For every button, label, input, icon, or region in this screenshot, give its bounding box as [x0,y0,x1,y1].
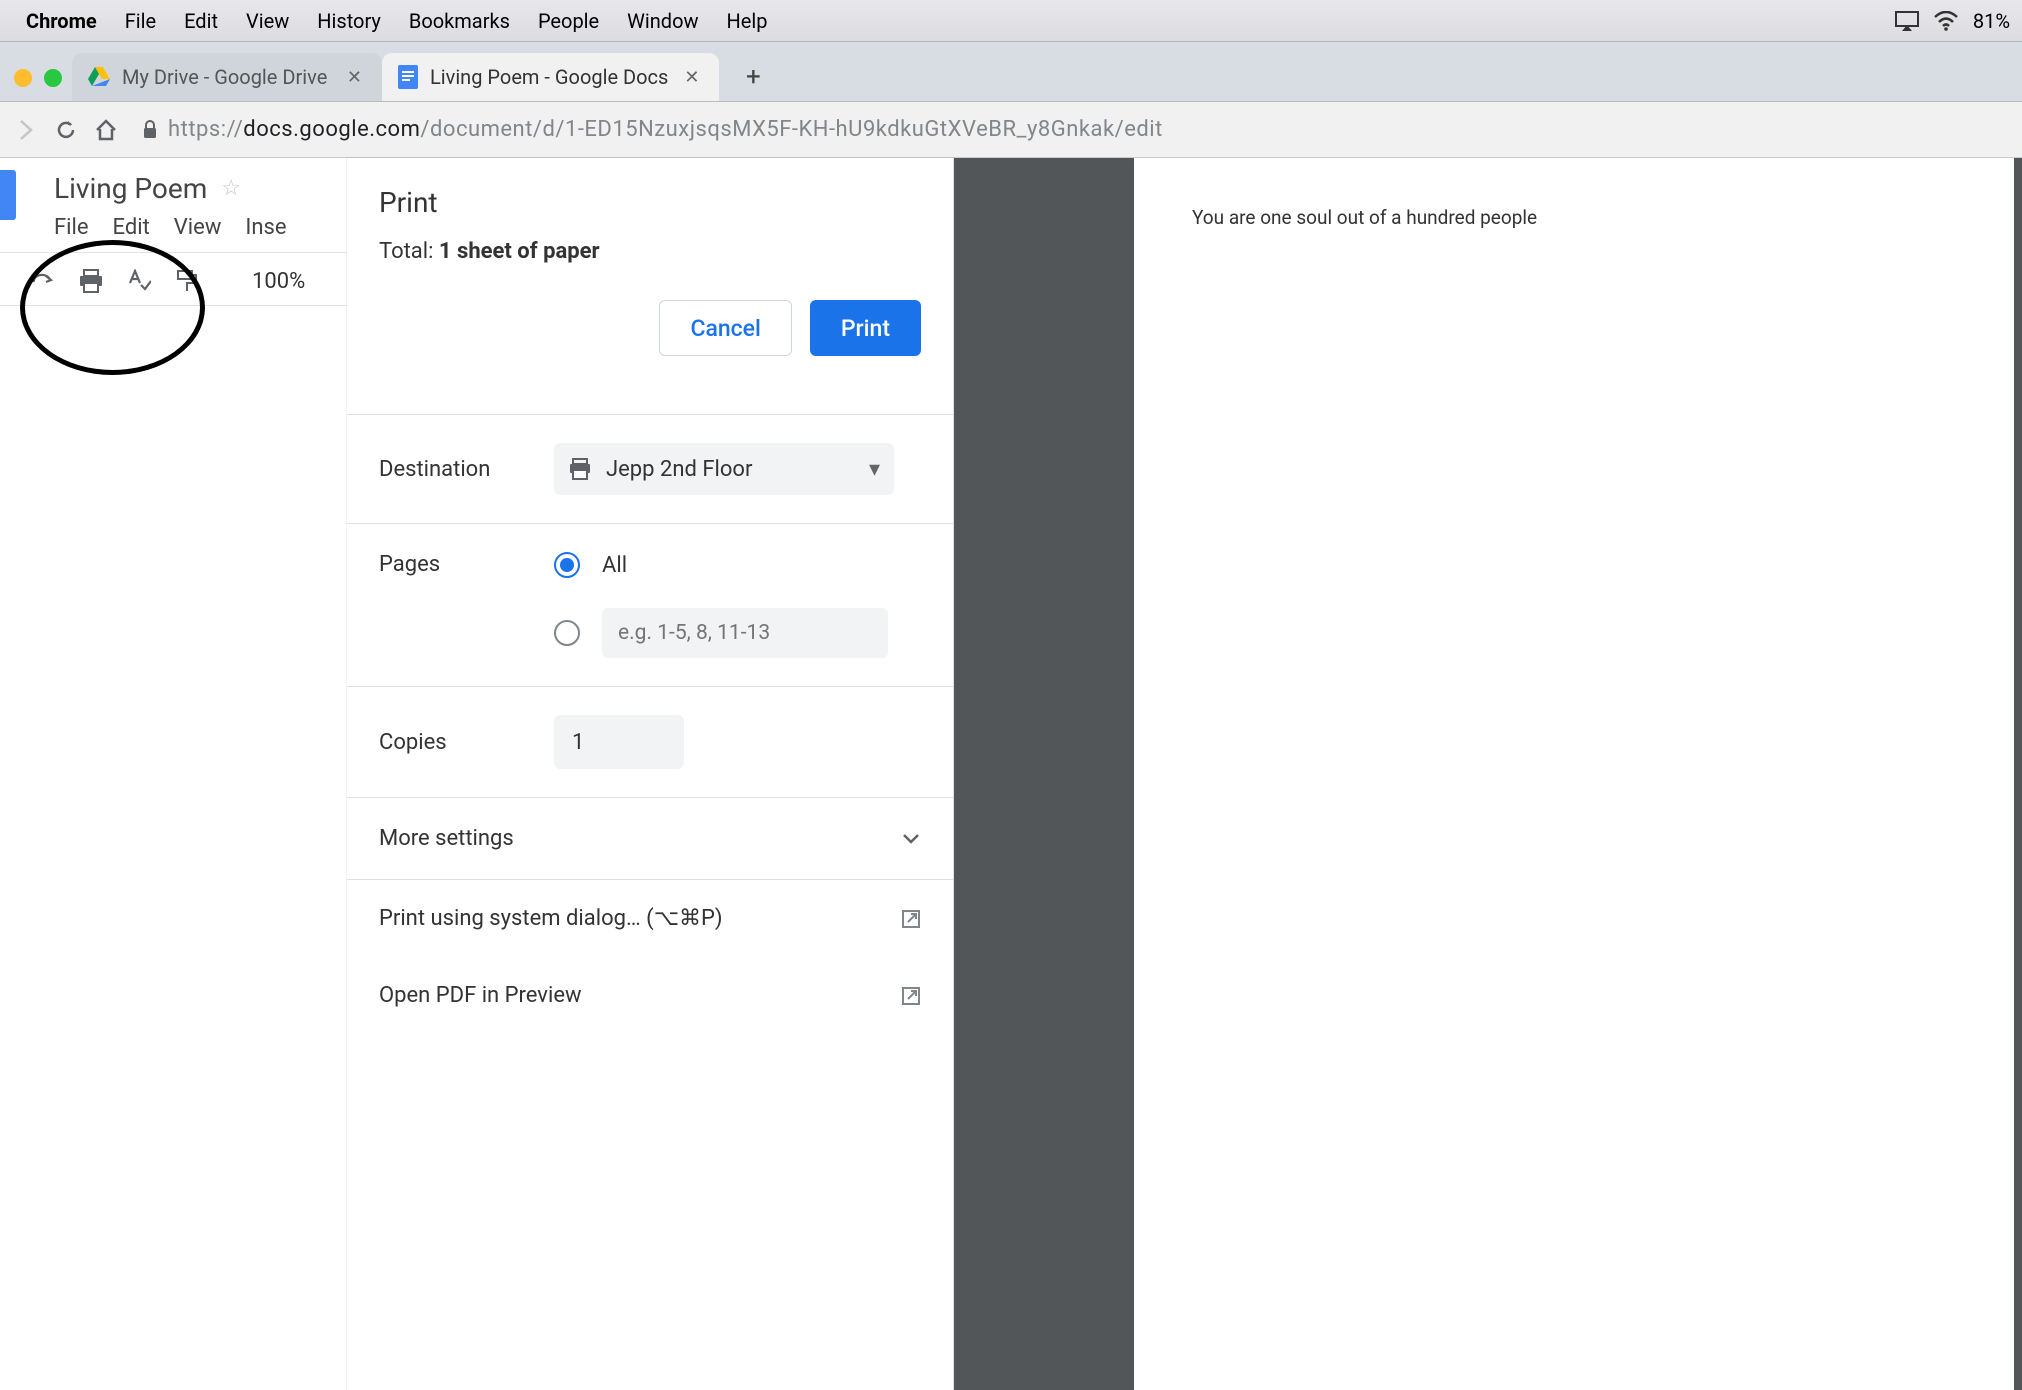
docs-file-menu[interactable]: File [54,215,89,240]
chevron-down-icon [901,832,921,846]
macos-menubar: Chrome File Edit View History Bookmarks … [0,0,2022,42]
print-total: Total: 1 sheet of paper [379,239,921,264]
system-dialog-link[interactable]: Print using system dialog… (⌥⌘P) [347,880,953,957]
docs-header: Living Poem ☆ File Edit View Inse 100% [0,158,350,306]
pages-all-radio[interactable] [554,552,580,578]
destination-label: Destination [379,457,554,482]
url-text: https://docs.google.com/document/d/1-ED1… [168,117,1163,142]
copies-label: Copies [379,730,554,755]
people-menu[interactable]: People [524,9,613,33]
pages-custom-radio[interactable] [554,620,580,646]
close-icon[interactable]: ✕ [343,67,366,88]
open-pdf-label: Open PDF in Preview [379,983,582,1008]
drive-icon [88,67,110,87]
battery-percent: 81% [1973,9,2010,33]
print-button[interactable]: Print [810,300,921,356]
zoom-level[interactable]: 100% [252,269,305,294]
url-input[interactable]: https://docs.google.com/document/d/1-ED1… [126,117,2016,142]
open-pdf-link[interactable]: Open PDF in Preview [347,957,953,1034]
print-title: Print [379,186,921,219]
printer-icon [568,458,592,480]
history-menu[interactable]: History [303,9,395,33]
address-bar: https://docs.google.com/document/d/1-ED1… [0,102,2022,158]
app-menu[interactable]: Chrome [12,9,111,33]
paint-format-icon[interactable] [174,268,200,294]
home-button[interactable] [86,110,126,150]
cancel-button[interactable]: Cancel [659,300,791,356]
tab-label: Living Poem - Google Docs [430,65,668,89]
lock-icon [142,120,158,140]
docs-logo[interactable] [0,170,16,220]
file-menu[interactable]: File [111,9,170,33]
browser-tab-strip: My Drive - Google Drive ✕ Living Poem - … [0,42,2022,102]
window-menu[interactable]: Window [613,9,712,33]
bookmarks-menu[interactable]: Bookmarks [395,9,524,33]
docs-edit-menu[interactable]: Edit [113,215,150,240]
help-menu[interactable]: Help [713,9,782,33]
destination-value: Jepp 2nd Floor [606,457,752,482]
view-menu[interactable]: View [232,9,303,33]
docs-view-menu[interactable]: View [174,215,222,240]
edit-menu[interactable]: Edit [170,9,232,33]
print-icon[interactable] [78,268,104,294]
window-controls [8,69,72,101]
forward-button[interactable] [6,110,46,150]
system-dialog-label: Print using system dialog… (⌥⌘P) [379,906,723,931]
airplay-icon[interactable] [1895,11,1919,31]
tab-label: My Drive - Google Drive [122,65,327,89]
docs-insert-menu[interactable]: Inse [245,215,286,240]
new-tab-button[interactable]: + [731,55,775,99]
tab-docs[interactable]: Living Poem - Google Docs ✕ [382,53,719,101]
redo-icon[interactable] [30,268,56,294]
preview-page: You are one soul out of a hundred people [1134,158,2014,1390]
close-icon[interactable]: ✕ [680,67,703,88]
copies-input[interactable] [554,715,684,769]
pages-label: Pages [379,552,554,577]
more-settings-label: More settings [379,826,514,851]
doc-title[interactable]: Living Poem [54,172,207,205]
external-link-icon [901,986,921,1006]
external-link-icon [901,909,921,929]
reload-button[interactable] [46,110,86,150]
chevron-down-icon: ▾ [869,457,880,482]
star-icon[interactable]: ☆ [221,176,241,201]
pages-input[interactable] [602,608,888,658]
destination-select[interactable]: Jepp 2nd Floor ▾ [554,443,894,495]
preview-content: You are one soul out of a hundred people [1192,206,1956,229]
spellcheck-icon[interactable] [126,268,152,294]
docs-icon [398,65,418,89]
print-dialog: Print Total: 1 sheet of paper Cancel Pri… [347,158,954,1390]
print-preview-area: You are one soul out of a hundred people [954,158,2022,1390]
tab-drive[interactable]: My Drive - Google Drive ✕ [72,53,382,101]
maximize-button[interactable] [44,69,62,87]
wifi-icon[interactable] [1933,11,1959,31]
minimize-button[interactable] [14,69,32,87]
pages-all-label: All [602,553,627,578]
more-settings-toggle[interactable]: More settings [347,797,953,879]
